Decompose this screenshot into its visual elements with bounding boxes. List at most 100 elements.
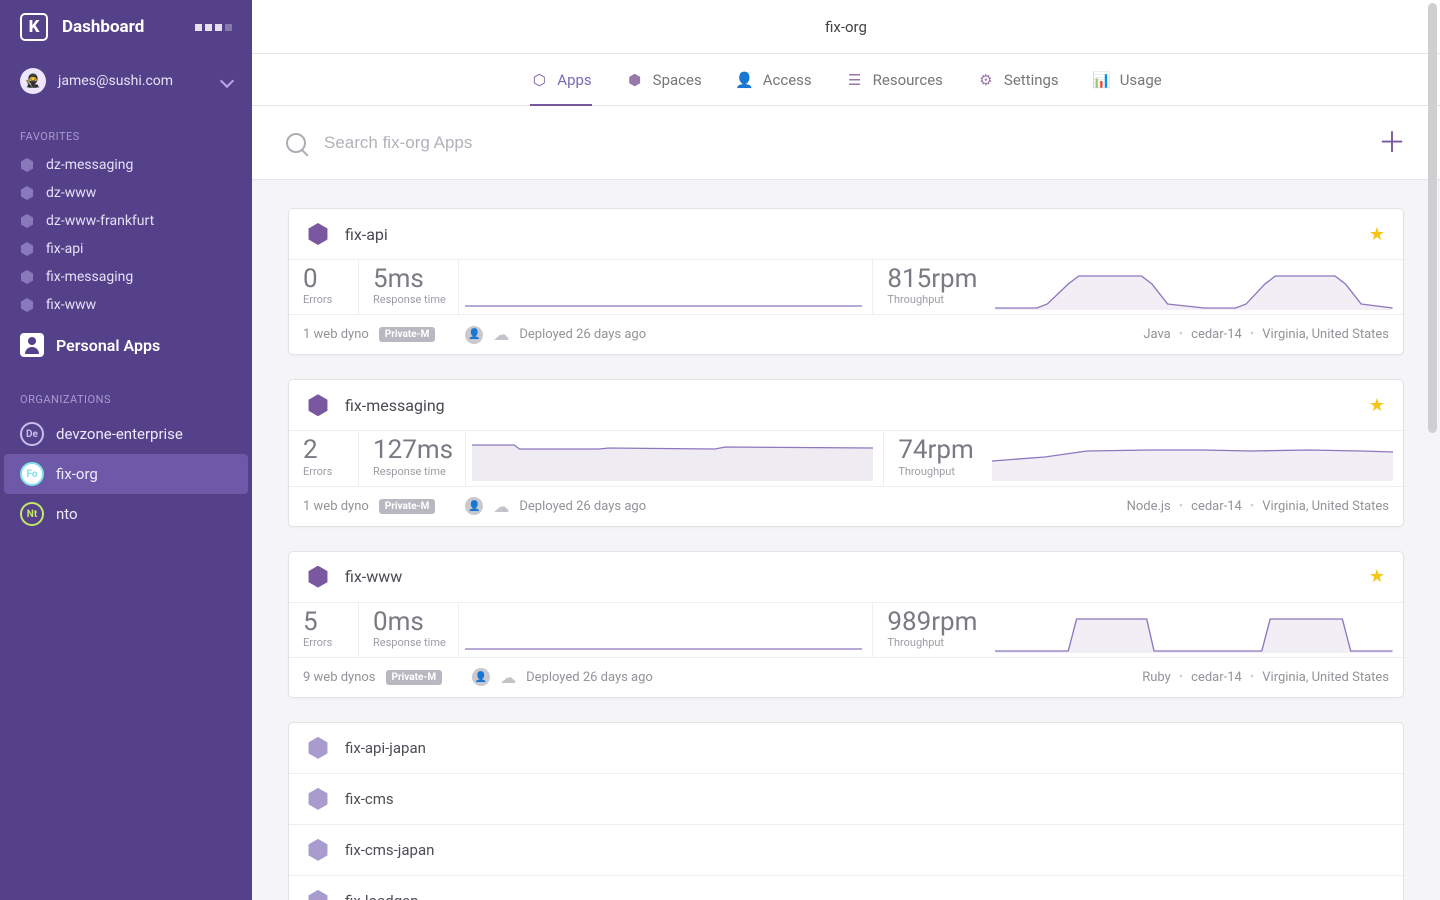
- dyno-badge: Private-M: [386, 670, 443, 685]
- page-title-bar: fix-org: [252, 0, 1440, 54]
- response-chart: [459, 603, 873, 657]
- app-row-fix-api-japan[interactable]: fix-api-japan: [289, 723, 1403, 774]
- region-label: Virginia, United States: [1262, 327, 1389, 342]
- organizations-heading: ORGANIZATIONS: [0, 371, 252, 414]
- response-metric: 5msResponse time: [359, 260, 459, 314]
- spaces-icon: ⬢: [626, 71, 644, 89]
- favorites-heading: FAVORITES: [0, 108, 252, 151]
- favorite-item[interactable]: dz-messaging: [0, 151, 252, 179]
- org-item-nto[interactable]: Nt nto: [4, 494, 248, 534]
- star-icon[interactable]: ★: [1369, 224, 1385, 245]
- tab-label: Usage: [1120, 71, 1162, 89]
- deployed-label: Deployed 26 days ago: [526, 670, 653, 685]
- favorite-item[interactable]: fix-api: [0, 235, 252, 263]
- hexagon-icon: [307, 566, 329, 588]
- hexagon-icon: [307, 223, 329, 245]
- star-icon[interactable]: ★: [1369, 566, 1385, 587]
- user-icon: 👤: [465, 497, 483, 515]
- deployed-label: Deployed 26 days ago: [519, 499, 646, 514]
- app-name: fix-loadgen: [345, 892, 418, 900]
- favorite-item[interactable]: dz-www-frankfurt: [0, 207, 252, 235]
- usage-icon: 📊: [1093, 71, 1111, 89]
- response-metric: 127msResponse time: [359, 431, 466, 485]
- favorite-label: fix-messaging: [46, 269, 133, 285]
- favorite-label: dz-messaging: [46, 157, 133, 173]
- user-icon: 👤: [465, 326, 483, 344]
- favorite-item[interactable]: dz-www: [0, 179, 252, 207]
- throughput-metric: 989rpmThroughput: [872, 603, 989, 657]
- throughput-metric: 815rpmThroughput: [872, 260, 989, 314]
- deployed-label: Deployed 26 days ago: [519, 327, 646, 342]
- main: fix-org ⬡ Apps ⬢ Spaces 👤 Access ☰ Resou…: [252, 0, 1440, 900]
- hexagon-icon: [20, 298, 34, 312]
- hexagon-icon: [307, 737, 329, 759]
- personal-apps[interactable]: Personal Apps: [0, 319, 252, 371]
- dyno-count: 9 web dynos: [303, 670, 376, 685]
- language-label: Java: [1143, 327, 1170, 342]
- tab-usage[interactable]: 📊 Usage: [1093, 54, 1162, 105]
- org-avatar: De: [20, 422, 44, 446]
- search-bar: ＋: [252, 106, 1440, 180]
- org-item-devzone-enterprise[interactable]: De devzone-enterprise: [4, 414, 248, 454]
- chevron-down-icon: [220, 74, 234, 88]
- star-icon[interactable]: ★: [1369, 395, 1385, 416]
- errors-metric: 0Errors: [289, 260, 359, 314]
- favorite-item[interactable]: fix-www: [0, 291, 252, 319]
- hexagon-icon: [307, 890, 329, 900]
- dyno-badge: Private-M: [379, 499, 436, 514]
- hexagon-icon: [307, 839, 329, 861]
- tabs: ⬡ Apps ⬢ Spaces 👤 Access ☰ Resources ⚙ S…: [252, 54, 1440, 106]
- account-switcher[interactable]: 🥷 james@sushi.com: [0, 54, 252, 108]
- dashboard-title: Dashboard: [62, 17, 144, 37]
- hexagon-icon: [307, 394, 329, 416]
- app-card-fix-api[interactable]: fix-api ★ 0Errors 5msResponse time 815rp…: [288, 208, 1404, 355]
- favorite-label: fix-api: [46, 241, 83, 257]
- resources-icon: ☰: [846, 71, 864, 89]
- app-row-fix-loadgen[interactable]: fix-loadgen: [289, 876, 1403, 900]
- user-icon: 👤: [472, 668, 490, 686]
- cloud-icon: ☁: [493, 325, 509, 344]
- throughput-chart: [986, 431, 1403, 485]
- tab-apps[interactable]: ⬡ Apps: [530, 54, 591, 105]
- dyno-count: 1 web dyno: [303, 499, 369, 514]
- tab-resources[interactable]: ☰ Resources: [846, 54, 943, 105]
- scrollbar[interactable]: [1428, 3, 1437, 433]
- sidebar: K Dashboard 🥷 james@sushi.com FAVORITES …: [0, 0, 252, 900]
- favorite-label: dz-www-frankfurt: [46, 213, 154, 229]
- stack-label: cedar-14: [1191, 670, 1242, 685]
- app-row-fix-cms[interactable]: fix-cms: [289, 774, 1403, 825]
- org-label: nto: [56, 505, 78, 523]
- errors-metric: 5Errors: [289, 603, 359, 657]
- person-icon: [20, 333, 44, 357]
- tab-settings[interactable]: ⚙ Settings: [977, 54, 1059, 105]
- access-icon: 👤: [736, 71, 754, 89]
- throughput-metric: 74rpmThroughput: [883, 431, 985, 485]
- add-app-button[interactable]: ＋: [1378, 129, 1406, 157]
- hexagon-icon: [20, 270, 34, 284]
- app-card-fix-www[interactable]: fix-www ★ 5Errors 0msResponse time 989rp…: [288, 551, 1404, 698]
- favorite-label: fix-www: [46, 297, 96, 313]
- response-chart: [466, 431, 883, 485]
- account-email: james@sushi.com: [58, 73, 210, 89]
- avatar-icon: 🥷: [20, 68, 46, 94]
- throughput-chart: [989, 603, 1403, 657]
- tab-label: Apps: [557, 71, 591, 89]
- app-row-fix-cms-japan[interactable]: fix-cms-japan: [289, 825, 1403, 876]
- response-metric: 0msResponse time: [359, 603, 459, 657]
- search-input[interactable]: [324, 133, 1360, 153]
- apps-grid-icon[interactable]: [195, 24, 232, 31]
- favorite-item[interactable]: fix-messaging: [0, 263, 252, 291]
- cloud-icon: ☁: [493, 497, 509, 516]
- hexagon-icon: [307, 788, 329, 810]
- tab-access[interactable]: 👤 Access: [736, 54, 812, 105]
- cloud-icon: ☁: [500, 668, 516, 687]
- dyno-badge: Private-M: [379, 327, 436, 342]
- tab-spaces[interactable]: ⬢ Spaces: [626, 54, 702, 105]
- org-item-fix-org[interactable]: Fo fix-org: [4, 454, 248, 494]
- response-chart: [459, 260, 873, 314]
- app-card-fix-messaging[interactable]: fix-messaging ★ 2Errors 127msResponse ti…: [288, 379, 1404, 526]
- app-name: fix-api: [345, 225, 388, 244]
- settings-icon: ⚙: [977, 71, 995, 89]
- brand[interactable]: K Dashboard: [20, 13, 144, 41]
- org-avatar: Nt: [20, 502, 44, 526]
